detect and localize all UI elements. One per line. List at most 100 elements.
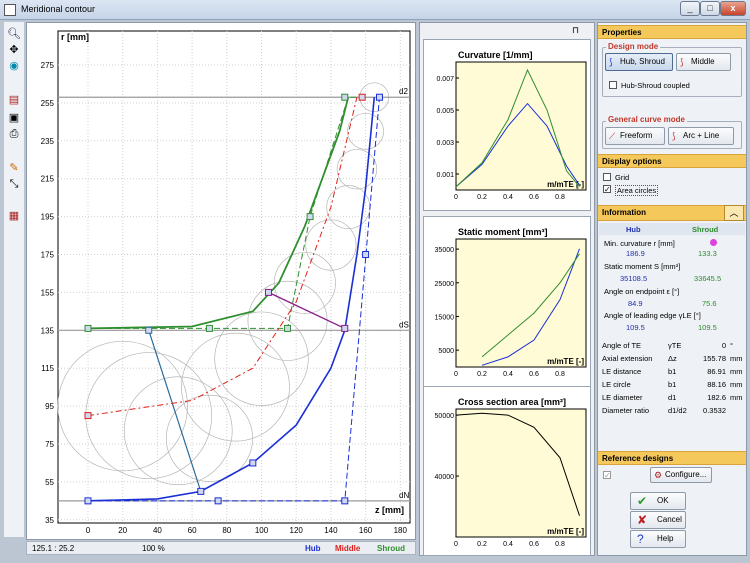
info-label: Angle of TE — [602, 341, 642, 350]
print-icon[interactable]: ⎙ — [6, 126, 22, 142]
middle-button[interactable]: ⟆ Middle — [676, 53, 731, 71]
chart-title: Curvature [1/mm] — [458, 50, 533, 60]
control-point — [84, 412, 92, 420]
configure-button[interactable]: ⚙ Configure... — [650, 467, 712, 483]
hub-shroud-icon: ⟆ — [609, 57, 613, 67]
middle-icon: ⟆ — [680, 57, 684, 67]
save-icon[interactable]: ▣ — [6, 110, 22, 126]
x-tick-label: 100 — [255, 526, 269, 535]
edit-icon[interactable]: ✎ — [6, 160, 22, 176]
resize-icon[interactable]: ⤡ — [6, 176, 22, 192]
y-tick-label: 5000 — [438, 348, 454, 355]
palette-icon[interactable]: ▦ — [6, 208, 22, 224]
control-point — [84, 324, 92, 332]
grid-label: Grid — [615, 173, 630, 182]
x-tick-label: 0 — [454, 194, 458, 201]
ok-button[interactable]: ✔ OK — [630, 492, 686, 510]
control-point — [341, 497, 349, 505]
meridional-plot-panel[interactable]: d2 dS dN 275 255 235 215 195 175 155 135 115 95 75 55… — [26, 22, 416, 540]
x-tick-label: 80 — [222, 526, 231, 535]
y-tick-label: 0.005 — [436, 108, 454, 115]
y-tick-label: 40000 — [435, 474, 455, 481]
info-val: 155.78 — [703, 354, 726, 363]
freeform-button[interactable]: ⟋ Freeform — [605, 127, 665, 145]
legend-hub: Hub — [305, 544, 321, 553]
refline-label: dN — [399, 491, 409, 500]
design-mode-label: Design mode — [606, 42, 661, 51]
reference-designs-header: Reference designs — [598, 451, 746, 465]
check-icon: ✔ — [637, 494, 648, 508]
y-tick-label: 75 — [45, 440, 54, 449]
close-button[interactable]: x — [720, 1, 746, 16]
info-unit: mm — [730, 367, 743, 376]
export-icon[interactable]: ▤ — [6, 92, 22, 108]
control-point — [84, 497, 92, 505]
meridional-plot[interactable]: d2 dS dN 275 255 235 215 195 175 155 135 115 95 75 55… — [27, 23, 415, 539]
y-tick-label: 175 — [41, 251, 55, 260]
collapse-chevron-icon[interactable]: ︿ — [724, 205, 744, 221]
info-label: LE distance — [602, 367, 642, 376]
x-tick-label: 0.2 — [477, 371, 487, 378]
control-point — [264, 288, 272, 296]
info-sym: d1/d2 — [668, 406, 687, 415]
info-unit: mm — [730, 380, 743, 389]
control-point — [205, 324, 213, 332]
control-point — [145, 326, 153, 334]
x-tick-label: 0.4 — [503, 371, 513, 378]
maximize-button[interactable]: □ — [700, 1, 720, 16]
legend-middle: Middle — [335, 544, 361, 553]
static-moment-chart: Static moment [mm³] 35000 25000 15000 5000 0 0… — [435, 227, 587, 378]
y-tick-label: 55 — [45, 478, 54, 487]
legend-shroud: Shroud — [377, 544, 405, 553]
refline-label: d2 — [399, 87, 408, 96]
info-val: 88.16 — [707, 380, 726, 389]
info-unit: mm — [730, 354, 743, 363]
x-tick-label: 0.6 — [529, 371, 539, 378]
chart-column: ⊓ Curvature [1/mm] 0.007 0.005 0.003 0.001 0 0… — [419, 22, 595, 556]
y-tick-label: 95 — [45, 402, 54, 411]
angle-endpoint-shroud: 75.6 — [702, 299, 717, 308]
x-tick-label: 0.4 — [503, 194, 513, 201]
cancel-button[interactable]: ✘ Cancel — [630, 511, 686, 529]
angle-le-shroud: 109.5 — [698, 323, 717, 332]
area-circles-label: Area circles — [615, 185, 659, 196]
angle-le-label: Angle of leading edge γLE [°] — [604, 311, 701, 320]
area-circles-checkbox[interactable]: ✓ — [603, 185, 611, 194]
arc-line-icon: ⟆ — [672, 131, 676, 141]
hub-shroud-coupled-checkbox[interactable] — [609, 81, 617, 89]
reference-checkbox[interactable]: ✓ — [603, 471, 611, 480]
arc-line-button[interactable]: ⟆ Arc + Line — [668, 127, 734, 145]
y-tick-label: 155 — [41, 288, 55, 297]
y-tick-label: 215 — [41, 175, 55, 184]
grid-checkbox[interactable] — [603, 173, 611, 181]
info-val: 0 — [721, 341, 726, 350]
hub-shroud-button[interactable]: ⟆ Hub, Shroud — [605, 53, 673, 71]
zoom-icon[interactable]: 🔍︎ — [6, 26, 22, 42]
info-sym: b1 — [668, 380, 677, 389]
help-icon: ? — [637, 532, 644, 546]
plot-area — [455, 238, 587, 368]
static-moment-label: Static moment S [mm³] — [604, 262, 681, 271]
info-val: 86.91 — [707, 367, 726, 376]
refline-label: dS — [399, 320, 409, 329]
pin-icon[interactable]: ⊓ — [572, 25, 579, 36]
pan-icon[interactable]: ✥ — [6, 42, 22, 58]
x-tick-label: 0.2 — [477, 541, 487, 548]
properties-panel: Properties Design mode ⟆ Hub, Shroud ⟆ Mid… — [597, 22, 747, 556]
angle-le-hub: 109.5 — [626, 323, 645, 332]
control-point — [341, 324, 349, 332]
minimize-button[interactable]: _ — [680, 1, 700, 16]
x-tick-label: 40 — [153, 526, 162, 535]
min-curvature-label: Min. curvature r [mm] — [604, 239, 675, 248]
angle-endpoint-label: Angle on endpoint ε [°] — [604, 287, 680, 296]
properties-header: Properties — [598, 25, 746, 39]
static-moment-chart-box: Static moment [mm³] 35000 25000 15000 5000 0 0… — [423, 216, 591, 388]
app-icon — [4, 4, 16, 16]
y-tick-label: 275 — [41, 61, 55, 70]
x-tick-label: 140 — [324, 526, 338, 535]
help-button[interactable]: ? Help — [630, 530, 686, 548]
fit-icon[interactable]: ◉ — [6, 58, 22, 74]
info-label: Axial extension — [602, 354, 653, 363]
y-tick-label: 15000 — [435, 314, 455, 321]
y-tick-label: 35 — [45, 516, 54, 525]
